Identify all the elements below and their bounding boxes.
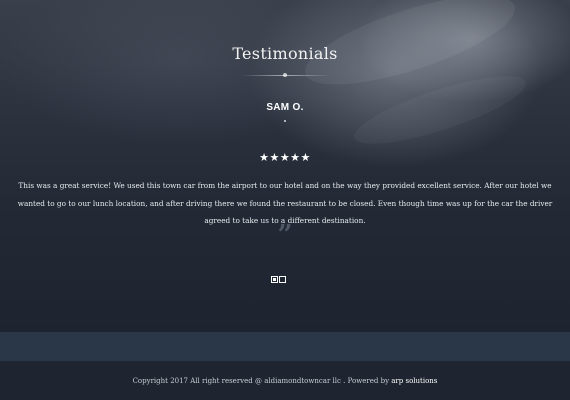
carousel-pager	[271, 276, 286, 283]
powered-by-link[interactable]: arp solutions	[391, 377, 437, 385]
copyright: Copyright 2017 All right reserved @ aldi…	[0, 377, 570, 385]
footer-band	[0, 332, 570, 361]
quote-icon: ”	[277, 220, 293, 250]
title-divider-dot	[283, 73, 287, 77]
star-rating-icon: ★★★★★	[259, 151, 311, 164]
section-title: Testimonials	[232, 44, 338, 63]
reviewer-separator	[284, 120, 286, 122]
testimonials-section: Testimonials SAM O. ★★★★★ This was a gre…	[0, 0, 570, 332]
reviewer-name: SAM O.	[266, 102, 304, 113]
pager-dot-1[interactable]	[271, 276, 278, 283]
pager-dot-2[interactable]	[279, 276, 286, 283]
copyright-text: Copyright 2017 All right reserved @ aldi…	[132, 377, 392, 385]
